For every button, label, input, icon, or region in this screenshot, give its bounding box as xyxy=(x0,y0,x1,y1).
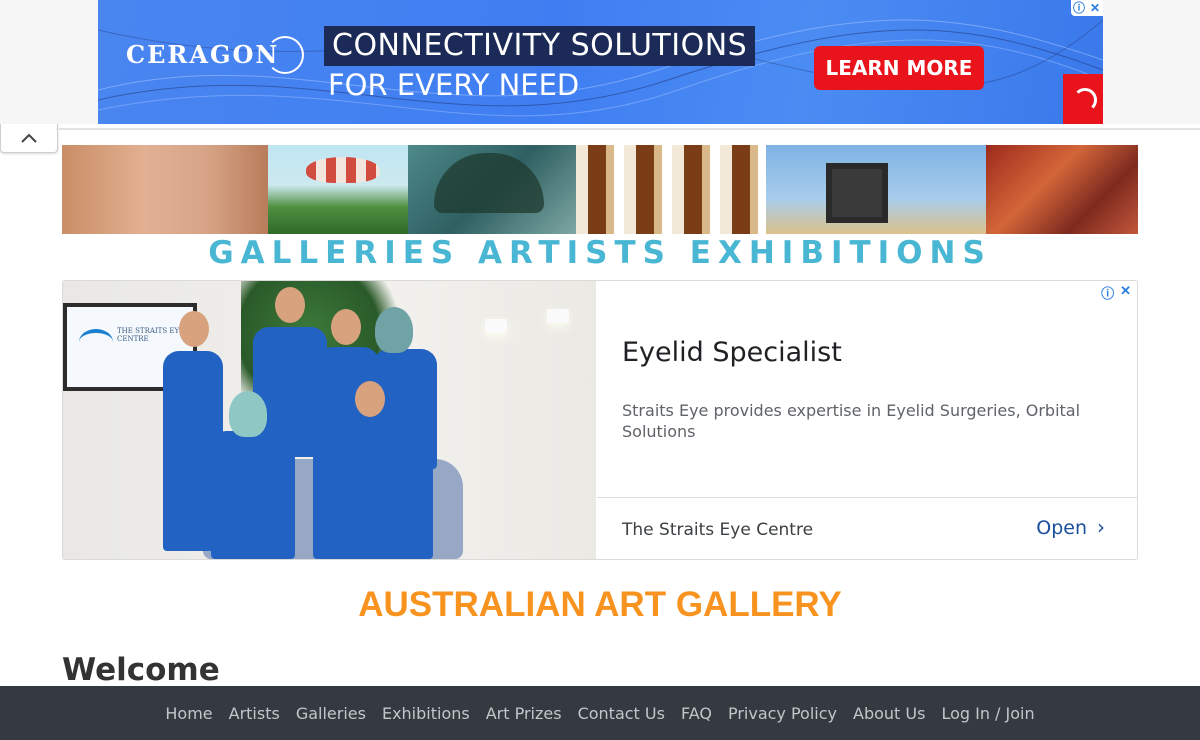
ad-headline: CONNECTIVITY SOLUTIONS xyxy=(324,26,756,66)
ceragon-logo-ring-icon xyxy=(266,36,304,74)
welcome-heading: Welcome xyxy=(62,652,220,688)
footer-link-home[interactable]: Home xyxy=(165,704,212,723)
artwork-landscape xyxy=(766,145,986,234)
ad-photo-clinic-team: THE STRAITS EYE CENTRE xyxy=(63,281,596,559)
person-head xyxy=(229,391,267,437)
ad-subline: FOR EVERY NEED xyxy=(328,68,580,102)
adchoices-badge[interactable]: ⓘ ✕ xyxy=(1071,0,1103,16)
ad-info-icon[interactable]: ⓘ xyxy=(1071,0,1087,16)
top-ad-container: CERAGON CONNECTIVITY SOLUTIONS FOR EVERY… xyxy=(0,0,1200,124)
footer-link-artists[interactable]: Artists xyxy=(229,704,280,723)
footer-nav: Home Artists Galleries Exhibitions Art P… xyxy=(0,686,1200,740)
person-head xyxy=(331,309,361,345)
footer-link-login-join[interactable]: Log In / Join xyxy=(941,704,1034,723)
artwork-striped-totems xyxy=(576,145,766,234)
person-head xyxy=(179,311,209,347)
ad-description: Straits Eye provides expertise in Eyelid… xyxy=(622,401,1081,441)
ceragon-corner-logo-icon xyxy=(1063,74,1103,124)
eyelid-specialist-ad[interactable]: THE STRAITS EYE CENTRE ⓘ ✕ Eyelid Specia… xyxy=(62,280,1138,560)
ad-close-icon[interactable]: ✕ xyxy=(1087,0,1103,16)
chevron-right-icon: › xyxy=(1097,515,1105,539)
ad-title[interactable]: Eyelid Specialist xyxy=(622,337,842,368)
wall-lamp-icon xyxy=(485,319,507,333)
ad-text-panel: ⓘ ✕ Eyelid Specialist Straits Eye provid… xyxy=(597,281,1137,559)
person-head xyxy=(375,307,413,353)
clinic-logo-icon xyxy=(79,329,113,355)
artwork-water-tower xyxy=(268,145,408,234)
footer-link-about-us[interactable]: About Us xyxy=(853,704,925,723)
ceragon-logo: CERAGON xyxy=(126,40,280,69)
artwork-umbrella xyxy=(408,145,576,234)
adchoices-badge[interactable]: ⓘ ✕ xyxy=(1101,283,1131,302)
collapse-ad-button[interactable] xyxy=(0,124,58,153)
footer-link-art-prizes[interactable]: Art Prizes xyxy=(486,704,562,723)
ad-close-icon[interactable]: ✕ xyxy=(1120,283,1131,302)
footer-link-contact-us[interactable]: Contact Us xyxy=(578,704,665,723)
footer-link-privacy-policy[interactable]: Privacy Policy xyxy=(728,704,837,723)
learn-more-button[interactable]: LEARN MORE xyxy=(814,46,984,90)
page-heading: AUSTRALIAN ART GALLERY xyxy=(358,585,842,624)
ad-footer-bar: The Straits Eye Centre Open › xyxy=(597,497,1137,559)
wall-lamp-icon xyxy=(547,309,569,323)
chevron-up-icon xyxy=(21,133,37,143)
ad-advertiser-name[interactable]: The Straits Eye Centre xyxy=(622,520,813,540)
artwork-figure-painting xyxy=(62,145,268,234)
header-artwork-banner xyxy=(62,145,1138,234)
footer-link-faq[interactable]: FAQ xyxy=(681,704,712,723)
ceragon-banner-ad[interactable]: CERAGON CONNECTIVITY SOLUTIONS FOR EVERY… xyxy=(98,0,1103,124)
person-figure xyxy=(211,431,295,559)
ad-info-icon[interactable]: ⓘ xyxy=(1101,283,1114,302)
open-ad-label: Open xyxy=(1036,517,1087,539)
open-ad-button[interactable]: Open › xyxy=(1036,515,1105,539)
person-head xyxy=(355,381,385,417)
site-header-title[interactable]: GALLERIES ARTISTS EXHIBITIONS xyxy=(62,234,1138,272)
person-head xyxy=(275,287,305,323)
footer-link-exhibitions[interactable]: Exhibitions xyxy=(382,704,470,723)
ad-divider xyxy=(56,128,1200,130)
person-figure xyxy=(313,425,433,559)
footer-link-galleries[interactable]: Galleries xyxy=(296,704,366,723)
artwork-abstract-red xyxy=(986,145,1138,234)
